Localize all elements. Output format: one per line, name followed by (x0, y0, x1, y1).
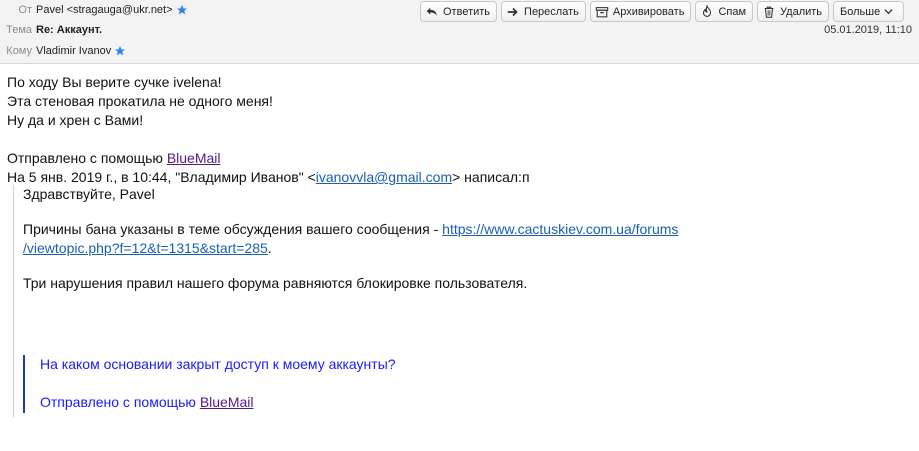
reply-header-email-link[interactable]: ivanovvla@gmail.com (316, 169, 452, 185)
signature-prefix: Отправлено с помощью (7, 150, 167, 166)
quote-reason-suffix: . (267, 240, 272, 256)
trash-icon (764, 6, 774, 18)
star-icon[interactable] (114, 45, 126, 57)
more-label: Больше (840, 5, 881, 18)
body-line-2: Эта стеновая прокатила не одного меня! (7, 93, 273, 109)
spam-fire-icon (703, 4, 712, 17)
message-header: От Pavel <stragauga@ukr.net> Тема Re: Ак… (0, 0, 919, 64)
spam-label: Спам (718, 5, 747, 18)
nested-quote-signature: Отправлено с помощью BlueMail (40, 393, 396, 412)
delete-label: Удалить (780, 5, 823, 18)
quote-greeting: Здравствуйте, Pavel (23, 186, 155, 202)
reply-icon (426, 7, 437, 16)
star-icon[interactable] (176, 4, 188, 16)
signature-line: Отправлено с помощью BlueMail (7, 149, 912, 168)
bluemail-link[interactable]: BlueMail (167, 150, 221, 166)
to-value[interactable]: Vladimir Ivanov (36, 45, 111, 57)
reply-header-prefix: На 5 янв. 2019 г., в 10:44, "Владимир Ив… (7, 169, 316, 185)
delete-button[interactable]: Удалить (757, 1, 830, 22)
archive-icon (595, 6, 609, 17)
quote-reason-line-2: /viewtopic.php?f=12&t=1315&start=285. (23, 239, 272, 258)
from-label: От (18, 4, 32, 16)
forward-label: Переслать (524, 5, 579, 18)
nested-quote-question: На каком основании закрыт доступ к моему… (40, 356, 396, 372)
subject-label: Тема (6, 24, 32, 36)
message-body: По ходу Вы верите сучке ivelena! Эта сте… (7, 73, 912, 187)
body-line-1: По ходу Вы верите сучке ivelena! (7, 74, 222, 90)
forum-link-part-2[interactable]: /viewtopic.php?f=12&t=1315&start=285 (23, 240, 268, 256)
message-date: 05.01.2019, 11:10 (824, 24, 912, 36)
spam-button[interactable]: Спам (695, 1, 754, 22)
nested-signature-prefix: Отправлено с помощью (40, 394, 200, 410)
nested-quote: На каком основании закрыт доступ к моему… (23, 355, 396, 413)
from-value[interactable]: Pavel <stragauga@ukr.net> (36, 4, 173, 16)
nested-bluemail-link[interactable]: BlueMail (200, 394, 254, 410)
reply-header-suffix: > написал:п (452, 169, 530, 185)
subject-row: Тема Re: Аккаунт. (0, 24, 102, 36)
quote-reason-line-1: Причины бана указаны в теме обсуждения в… (23, 220, 678, 239)
to-row: Кому Vladimir Ivanov (0, 45, 126, 57)
subject-value: Re: Аккаунт. (36, 24, 103, 36)
reply-button[interactable]: Ответить (420, 1, 498, 22)
chevron-down-icon (884, 9, 893, 15)
forward-icon (507, 7, 518, 16)
to-label: Кому (6, 45, 32, 57)
message-toolbar: Ответить Переслать Архивировать Спам Уда… (420, 1, 905, 22)
body-line-3: Ну да и хрен с Вами! (7, 112, 144, 128)
forward-button[interactable]: Переслать (501, 1, 586, 22)
quote-rule: Три нарушения правил нашего форума равня… (23, 275, 528, 291)
archive-label: Архивировать (612, 5, 685, 18)
quote-reason-prefix: Причины бана указаны в теме обсуждения в… (23, 221, 443, 237)
reply-label: Ответить (443, 5, 491, 18)
forum-link-part-1[interactable]: https://www.cactuskiev.com.ua/forums (442, 221, 678, 237)
archive-button[interactable]: Архивировать (589, 1, 692, 22)
more-button[interactable]: Больше (833, 1, 905, 22)
from-row: От Pavel <stragauga@ukr.net> (0, 4, 188, 16)
quoted-message: Здравствуйте, Pavel Причины бана указаны… (13, 185, 893, 417)
